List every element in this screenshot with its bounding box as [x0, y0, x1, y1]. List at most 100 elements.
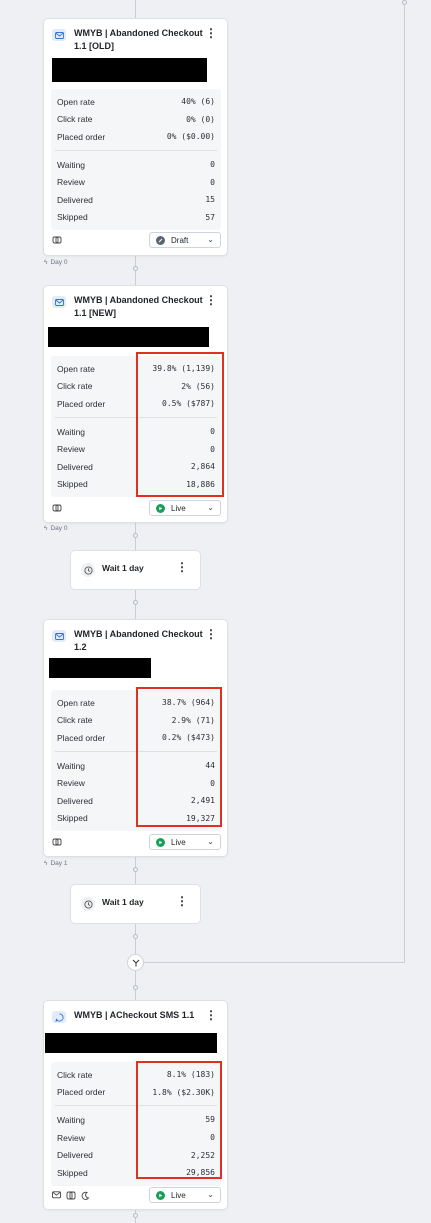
day-label: ϟ Day 0 [44, 525, 67, 532]
metric-label: Open rate [57, 697, 95, 708]
metric-value: 40% (6) [181, 97, 215, 107]
highlight-box [136, 1061, 222, 1179]
status-label: Draft [171, 235, 189, 245]
day-label: ϟ Day 1 [44, 860, 67, 867]
more-menu-icon[interactable]: ⋮ [205, 294, 217, 306]
wait-step-card[interactable]: Wait 1 day ⋮ [70, 884, 201, 924]
metric-label: Placed order [57, 131, 106, 142]
metric-label: Click rate [57, 381, 93, 392]
wait-label: Wait 1 day [102, 897, 144, 907]
chevron-down-icon: ⌄ [207, 235, 214, 244]
quiet-hours-icon [80, 1191, 90, 1203]
count-row: Skipped 57 [57, 209, 215, 227]
mail-icon [52, 630, 66, 642]
wait-label: Wait 1 day [102, 563, 144, 573]
connector-node [133, 1213, 138, 1218]
live-icon [156, 503, 165, 513]
clock-icon [81, 563, 95, 577]
more-menu-icon[interactable]: ⋮ [205, 27, 217, 39]
count-row: Delivered 15 [57, 191, 215, 209]
live-icon [156, 1190, 165, 1200]
count-row: Review 0 [57, 173, 215, 191]
chevron-down-icon: ⌄ [207, 837, 214, 846]
status-label: Live [171, 1190, 186, 1200]
step-title: WMYB | ACheckout SMS 1.1 [74, 1010, 195, 1020]
metric-label: Open rate [57, 96, 95, 107]
metric-label: Click rate [57, 114, 93, 125]
count-label: Review [57, 1132, 85, 1143]
mail-icon [52, 29, 66, 41]
count-label: Skipped [57, 813, 88, 824]
count-label: Skipped [57, 479, 88, 490]
live-icon [156, 837, 165, 847]
count-label: Review [57, 177, 85, 188]
trigger-icon: ϟ [44, 525, 48, 532]
smart-sending-icon [52, 503, 62, 515]
draft-icon [156, 235, 165, 245]
sms-icon [52, 1011, 66, 1023]
more-menu-icon[interactable]: ⋮ [176, 895, 188, 907]
smart-sending-icon [52, 837, 62, 849]
count-value: 0 [210, 160, 215, 170]
connector-node [133, 533, 138, 538]
day-label-text: Day 1 [50, 860, 68, 867]
metric-label: Click rate [57, 1069, 93, 1080]
count-label: Skipped [57, 1167, 88, 1178]
chevron-down-icon: ⌄ [207, 503, 214, 512]
count-label: Waiting [57, 159, 86, 170]
status-dropdown[interactable]: Draft ⌄ [149, 232, 221, 248]
step-title: WMYB | Abandoned Checkout 1.1 [NEW] [74, 295, 203, 318]
connector-node [133, 867, 138, 872]
metric-label: Placed order [57, 398, 106, 409]
connector-node [133, 985, 138, 990]
more-menu-icon[interactable]: ⋮ [176, 561, 188, 573]
chevron-down-icon: ⌄ [207, 1190, 214, 1199]
trigger-icon: ϟ [44, 259, 48, 266]
status-label: Live [171, 503, 186, 513]
status-dropdown[interactable]: Live ⌄ [149, 500, 221, 516]
day-label: ϟ Day 0 [44, 259, 67, 266]
connector-node [133, 934, 138, 939]
status-label: Live [171, 837, 186, 847]
more-menu-icon[interactable]: ⋮ [205, 1009, 217, 1021]
metric-row: Open rate 40% (6) [57, 93, 215, 111]
count-label: Review [57, 444, 85, 455]
step-title: WMYB | Abandoned Checkout 1.2 [74, 629, 203, 652]
count-label: Skipped [57, 212, 88, 223]
status-dropdown[interactable]: Live ⌄ [149, 1187, 221, 1203]
status-dropdown[interactable]: Live ⌄ [149, 834, 221, 850]
count-value: 15 [205, 195, 215, 205]
connector-node [402, 0, 407, 5]
smart-sending-icon [52, 235, 62, 247]
connector-node [133, 600, 138, 605]
count-label: Delivered [57, 795, 93, 806]
trigger-icon: ϟ [44, 860, 48, 867]
wait-step-card[interactable]: Wait 1 day ⋮ [70, 550, 201, 590]
count-label: Waiting [57, 426, 86, 437]
count-row: Waiting 0 [57, 156, 215, 174]
stats-panel: Open rate 40% (6) Click rate 0% (0) Placed… [51, 89, 221, 231]
count-label: Delivered [57, 194, 93, 205]
metric-label: Click rate [57, 715, 93, 726]
more-menu-icon[interactable]: ⋮ [205, 628, 217, 640]
metric-label: Open rate [57, 363, 95, 374]
count-label: Waiting [57, 760, 86, 771]
email-step-card[interactable]: WMYB | Abandoned Checkout 1.1 [OLD] ⋮ Op… [43, 18, 228, 256]
count-label: Waiting [57, 1114, 86, 1125]
count-label: Delivered [57, 461, 93, 472]
smart-sending-icon [66, 1191, 76, 1203]
day-label-text: Day 0 [50, 259, 68, 266]
count-value: 57 [205, 212, 215, 222]
step-title: WMYB | Abandoned Checkout 1.1 [OLD] [74, 28, 203, 51]
count-label: Delivered [57, 1150, 93, 1161]
flow-connector-branch [404, 0, 405, 962]
highlight-box [136, 352, 224, 497]
metric-row: Click rate 0% (0) [57, 111, 215, 129]
redacted-subject [49, 658, 151, 678]
footer-mail-icon [52, 1191, 61, 1201]
merge-branch-icon[interactable] [127, 954, 144, 971]
day-label-text: Day 0 [50, 525, 68, 532]
metric-row: Placed order 0% ($0.00) [57, 128, 215, 146]
clock-icon [81, 897, 95, 911]
redacted-subject [48, 327, 209, 347]
